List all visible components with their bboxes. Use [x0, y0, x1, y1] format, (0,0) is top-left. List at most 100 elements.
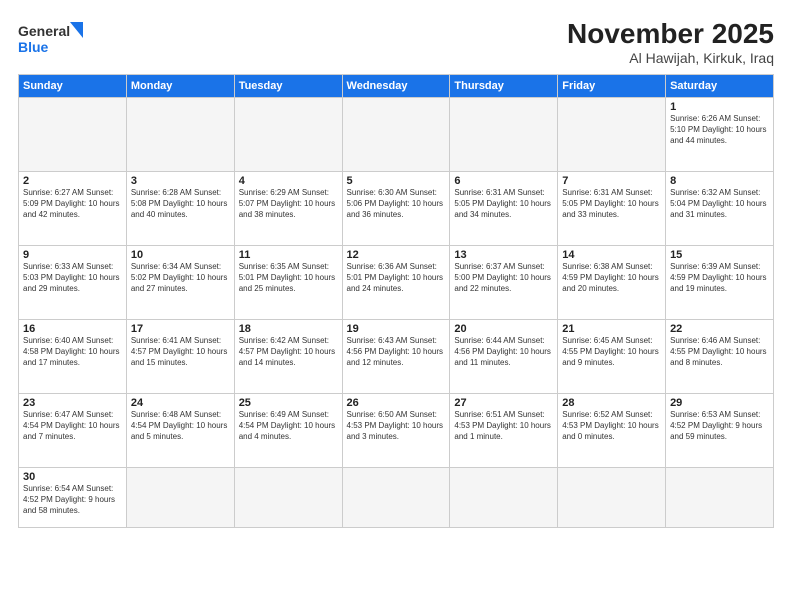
- day-number: 23: [23, 397, 122, 409]
- table-row: [342, 98, 450, 172]
- day-number: 16: [23, 323, 122, 335]
- day-info: Sunrise: 6:50 AM Sunset: 4:53 PM Dayligh…: [347, 410, 446, 442]
- table-row: 16Sunrise: 6:40 AM Sunset: 4:58 PM Dayli…: [19, 320, 127, 394]
- day-number: 20: [454, 323, 553, 335]
- day-info: Sunrise: 6:47 AM Sunset: 4:54 PM Dayligh…: [23, 410, 122, 442]
- day-number: 21: [562, 323, 661, 335]
- day-info: Sunrise: 6:44 AM Sunset: 4:56 PM Dayligh…: [454, 336, 553, 368]
- table-row: 28Sunrise: 6:52 AM Sunset: 4:53 PM Dayli…: [558, 394, 666, 468]
- table-row: 14Sunrise: 6:38 AM Sunset: 4:59 PM Dayli…: [558, 246, 666, 320]
- table-row: 7Sunrise: 6:31 AM Sunset: 5:05 PM Daylig…: [558, 172, 666, 246]
- day-number: 18: [239, 323, 338, 335]
- table-row: [450, 468, 558, 528]
- day-info: Sunrise: 6:48 AM Sunset: 4:54 PM Dayligh…: [131, 410, 230, 442]
- day-info: Sunrise: 6:45 AM Sunset: 4:55 PM Dayligh…: [562, 336, 661, 368]
- table-row: [342, 468, 450, 528]
- day-info: Sunrise: 6:53 AM Sunset: 4:52 PM Dayligh…: [670, 410, 769, 442]
- day-number: 17: [131, 323, 230, 335]
- day-number: 11: [239, 249, 338, 261]
- table-row: 2Sunrise: 6:27 AM Sunset: 5:09 PM Daylig…: [19, 172, 127, 246]
- table-row: 1Sunrise: 6:26 AM Sunset: 5:10 PM Daylig…: [666, 98, 774, 172]
- day-number: 10: [131, 249, 230, 261]
- table-row: 5Sunrise: 6:30 AM Sunset: 5:06 PM Daylig…: [342, 172, 450, 246]
- calendar-title: November 2025: [567, 18, 774, 50]
- day-info: Sunrise: 6:35 AM Sunset: 5:01 PM Dayligh…: [239, 262, 338, 294]
- table-row: 27Sunrise: 6:51 AM Sunset: 4:53 PM Dayli…: [450, 394, 558, 468]
- table-row: 29Sunrise: 6:53 AM Sunset: 4:52 PM Dayli…: [666, 394, 774, 468]
- table-row: [234, 468, 342, 528]
- day-number: 24: [131, 397, 230, 409]
- day-number: 13: [454, 249, 553, 261]
- day-info: Sunrise: 6:31 AM Sunset: 5:05 PM Dayligh…: [562, 188, 661, 220]
- table-row: 15Sunrise: 6:39 AM Sunset: 4:59 PM Dayli…: [666, 246, 774, 320]
- day-number: 14: [562, 249, 661, 261]
- day-number: 5: [347, 175, 446, 187]
- header-saturday: Saturday: [666, 75, 774, 98]
- day-info: Sunrise: 6:38 AM Sunset: 4:59 PM Dayligh…: [562, 262, 661, 294]
- table-row: 20Sunrise: 6:44 AM Sunset: 4:56 PM Dayli…: [450, 320, 558, 394]
- table-row: 4Sunrise: 6:29 AM Sunset: 5:07 PM Daylig…: [234, 172, 342, 246]
- table-row: [558, 98, 666, 172]
- day-info: Sunrise: 6:36 AM Sunset: 5:01 PM Dayligh…: [347, 262, 446, 294]
- header-monday: Monday: [126, 75, 234, 98]
- table-row: 9Sunrise: 6:33 AM Sunset: 5:03 PM Daylig…: [19, 246, 127, 320]
- table-row: 19Sunrise: 6:43 AM Sunset: 4:56 PM Dayli…: [342, 320, 450, 394]
- table-row: 23Sunrise: 6:47 AM Sunset: 4:54 PM Dayli…: [19, 394, 127, 468]
- table-row: 13Sunrise: 6:37 AM Sunset: 5:00 PM Dayli…: [450, 246, 558, 320]
- day-number: 26: [347, 397, 446, 409]
- day-number: 27: [454, 397, 553, 409]
- day-number: 12: [347, 249, 446, 261]
- header-friday: Friday: [558, 75, 666, 98]
- table-row: [19, 98, 127, 172]
- table-row: 17Sunrise: 6:41 AM Sunset: 4:57 PM Dayli…: [126, 320, 234, 394]
- weekday-header-row: Sunday Monday Tuesday Wednesday Thursday…: [19, 75, 774, 98]
- day-info: Sunrise: 6:37 AM Sunset: 5:00 PM Dayligh…: [454, 262, 553, 294]
- day-number: 3: [131, 175, 230, 187]
- day-number: 7: [562, 175, 661, 187]
- day-info: Sunrise: 6:33 AM Sunset: 5:03 PM Dayligh…: [23, 262, 122, 294]
- day-info: Sunrise: 6:54 AM Sunset: 4:52 PM Dayligh…: [23, 484, 122, 516]
- day-info: Sunrise: 6:52 AM Sunset: 4:53 PM Dayligh…: [562, 410, 661, 442]
- day-info: Sunrise: 6:43 AM Sunset: 4:56 PM Dayligh…: [347, 336, 446, 368]
- header: GeneralBlue November 2025 Al Hawijah, Ki…: [18, 18, 774, 66]
- day-number: 15: [670, 249, 769, 261]
- day-info: Sunrise: 6:34 AM Sunset: 5:02 PM Dayligh…: [131, 262, 230, 294]
- calendar-subtitle: Al Hawijah, Kirkuk, Iraq: [567, 50, 774, 66]
- svg-text:Blue: Blue: [18, 39, 49, 55]
- day-number: 1: [670, 101, 769, 113]
- table-row: 24Sunrise: 6:48 AM Sunset: 4:54 PM Dayli…: [126, 394, 234, 468]
- table-row: 25Sunrise: 6:49 AM Sunset: 4:54 PM Dayli…: [234, 394, 342, 468]
- day-info: Sunrise: 6:31 AM Sunset: 5:05 PM Dayligh…: [454, 188, 553, 220]
- day-info: Sunrise: 6:28 AM Sunset: 5:08 PM Dayligh…: [131, 188, 230, 220]
- day-info: Sunrise: 6:27 AM Sunset: 5:09 PM Dayligh…: [23, 188, 122, 220]
- table-row: 11Sunrise: 6:35 AM Sunset: 5:01 PM Dayli…: [234, 246, 342, 320]
- day-info: Sunrise: 6:41 AM Sunset: 4:57 PM Dayligh…: [131, 336, 230, 368]
- table-row: 12Sunrise: 6:36 AM Sunset: 5:01 PM Dayli…: [342, 246, 450, 320]
- day-number: 28: [562, 397, 661, 409]
- header-wednesday: Wednesday: [342, 75, 450, 98]
- table-row: [450, 98, 558, 172]
- header-sunday: Sunday: [19, 75, 127, 98]
- day-info: Sunrise: 6:46 AM Sunset: 4:55 PM Dayligh…: [670, 336, 769, 368]
- header-tuesday: Tuesday: [234, 75, 342, 98]
- table-row: 26Sunrise: 6:50 AM Sunset: 4:53 PM Dayli…: [342, 394, 450, 468]
- logo: GeneralBlue: [18, 18, 88, 58]
- table-row: 22Sunrise: 6:46 AM Sunset: 4:55 PM Dayli…: [666, 320, 774, 394]
- table-row: 8Sunrise: 6:32 AM Sunset: 5:04 PM Daylig…: [666, 172, 774, 246]
- day-info: Sunrise: 6:30 AM Sunset: 5:06 PM Dayligh…: [347, 188, 446, 220]
- day-number: 19: [347, 323, 446, 335]
- day-number: 29: [670, 397, 769, 409]
- day-info: Sunrise: 6:51 AM Sunset: 4:53 PM Dayligh…: [454, 410, 553, 442]
- day-info: Sunrise: 6:29 AM Sunset: 5:07 PM Dayligh…: [239, 188, 338, 220]
- day-number: 30: [23, 471, 122, 483]
- table-row: 21Sunrise: 6:45 AM Sunset: 4:55 PM Dayli…: [558, 320, 666, 394]
- table-row: [666, 468, 774, 528]
- day-info: Sunrise: 6:26 AM Sunset: 5:10 PM Dayligh…: [670, 114, 769, 146]
- calendar-table: Sunday Monday Tuesday Wednesday Thursday…: [18, 74, 774, 528]
- table-row: [126, 468, 234, 528]
- day-number: 4: [239, 175, 338, 187]
- table-row: [234, 98, 342, 172]
- table-row: 6Sunrise: 6:31 AM Sunset: 5:05 PM Daylig…: [450, 172, 558, 246]
- day-info: Sunrise: 6:39 AM Sunset: 4:59 PM Dayligh…: [670, 262, 769, 294]
- table-row: 10Sunrise: 6:34 AM Sunset: 5:02 PM Dayli…: [126, 246, 234, 320]
